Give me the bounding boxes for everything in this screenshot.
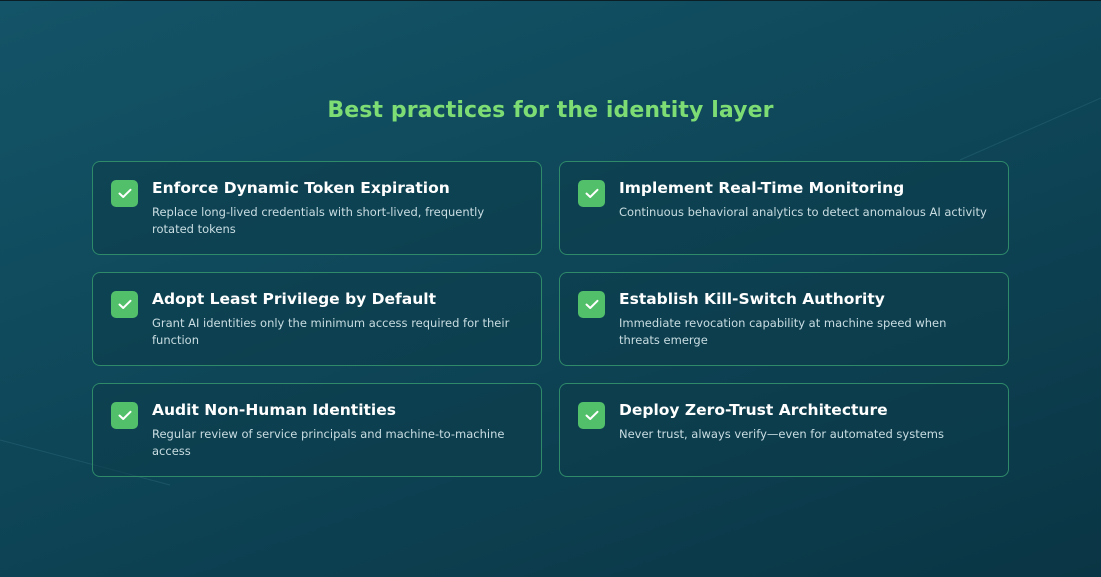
practice-title: Implement Real-Time Monitoring bbox=[619, 179, 905, 197]
checkmark-icon bbox=[111, 180, 138, 207]
practice-title: Enforce Dynamic Token Expiration bbox=[152, 179, 450, 197]
practice-title: Deploy Zero-Trust Architecture bbox=[619, 401, 888, 419]
checkmark-icon bbox=[111, 291, 138, 318]
practices-grid: Enforce Dynamic Token Expiration Replace… bbox=[92, 161, 1009, 477]
practice-title: Establish Kill-Switch Authority bbox=[619, 290, 885, 308]
slide-title: Best practices for the identity layer bbox=[327, 98, 774, 123]
practice-description: Continuous behavioral analytics to detec… bbox=[619, 205, 987, 219]
practice-description: Replace long-lived credentials with shor… bbox=[152, 205, 485, 236]
practice-card: Deploy Zero-Trust Architecture Never tru… bbox=[559, 383, 1009, 477]
practice-card: Enforce Dynamic Token Expiration Replace… bbox=[92, 161, 542, 255]
practice-title: Adopt Least Privilege by Default bbox=[152, 290, 437, 308]
practice-card: Audit Non-Human Identities Regular revie… bbox=[92, 383, 542, 477]
practice-description: Never trust, always verify—even for auto… bbox=[619, 427, 944, 441]
practice-description: Immediate revocation capability at machi… bbox=[619, 316, 947, 347]
practice-title: Audit Non-Human Identities bbox=[152, 401, 396, 419]
checkmark-icon bbox=[111, 402, 138, 429]
checkmark-icon bbox=[578, 402, 605, 429]
checkmark-icon bbox=[578, 180, 605, 207]
practice-description: Regular review of service principals and… bbox=[152, 427, 505, 458]
practice-card: Adopt Least Privilege by Default Grant A… bbox=[92, 272, 542, 366]
checkmark-icon bbox=[578, 291, 605, 318]
top-border bbox=[0, 0, 1101, 1]
practice-description: Grant AI identities only the minimum acc… bbox=[152, 316, 510, 347]
practice-card: Establish Kill-Switch Authority Immediat… bbox=[559, 272, 1009, 366]
practice-card: Implement Real-Time Monitoring Continuou… bbox=[559, 161, 1009, 255]
